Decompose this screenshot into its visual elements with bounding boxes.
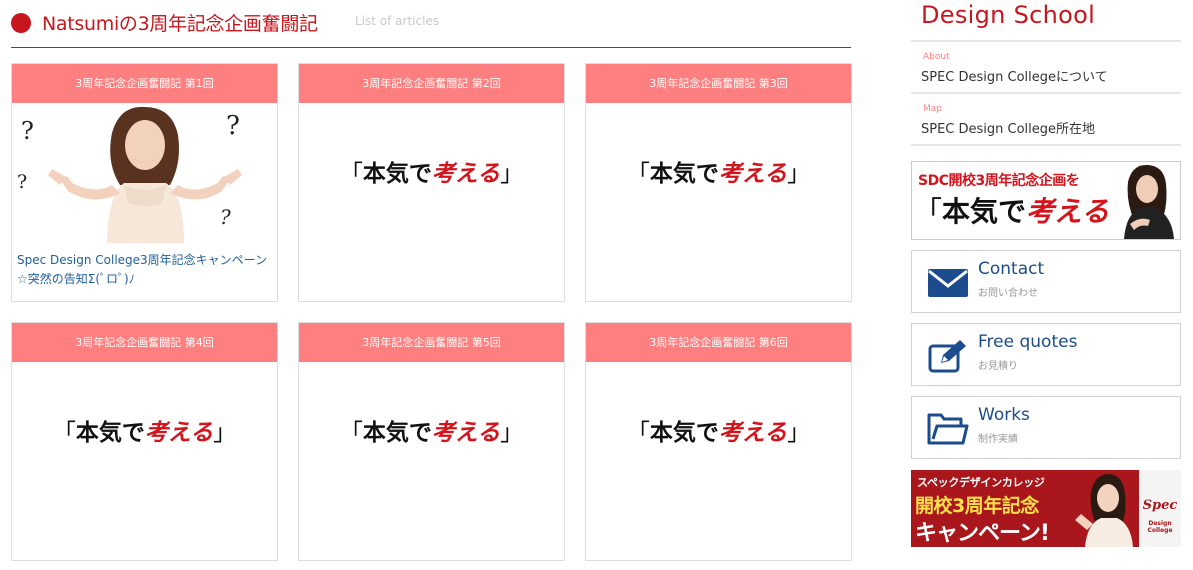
card-heading: 3周年記念企画奮闘記 第3回	[586, 64, 851, 103]
honki-de-kangaeru-logo: 「本気で考える」	[626, 420, 811, 446]
banner-line-1: 開校3周年記念	[915, 495, 1039, 517]
article-card-3[interactable]: 3周年記念企画奮闘記 第3回 「本気で考える」	[585, 63, 852, 302]
envelope-icon	[928, 269, 968, 297]
works-title: Works	[978, 405, 1030, 425]
article-link[interactable]: Spec Design College3周年記念キャンペーン☆突然の告知Σ(ﾟロ…	[17, 251, 273, 289]
folder-icon	[927, 413, 969, 445]
card-heading: 3周年記念企画奮闘記 第5回	[299, 323, 564, 362]
contact-subtitle: お問い合わせ	[978, 288, 1038, 299]
sidebar-brand: Design School	[921, 1, 1096, 29]
link-title: SPEC Design Collegeについて	[921, 70, 1108, 85]
article-card-4[interactable]: 3周年記念企画奮闘記 第4回 「本気で考える」	[11, 322, 278, 561]
works-subtitle: 制作実績	[978, 434, 1018, 445]
red-dot-icon	[11, 13, 31, 33]
sidebar-link-about[interactable]: About SPEC Design Collegeについて	[911, 42, 1181, 92]
honki-de-kangaeru-logo: 「本気で考える」	[52, 420, 237, 446]
banner-kana: スペックデザインカレッジ	[917, 476, 1045, 489]
banner-photo	[1110, 162, 1180, 239]
works-button[interactable]: Works 制作実績	[911, 396, 1181, 459]
question-mark-icon: ?	[17, 171, 28, 193]
question-mark-icon: ?	[226, 111, 240, 141]
page-header: Natsumiの3周年記念企画奮闘記 List of articles	[11, 0, 851, 48]
page-title: Natsumiの3周年記念企画奮闘記	[42, 13, 318, 35]
free-quotes-button[interactable]: Free quotes お見積り	[911, 323, 1181, 386]
anniversary-campaign-banner[interactable]: スペックデザインカレッジ 開校3周年記念 キャンペーン! Spec Design…	[911, 470, 1181, 547]
card-heading: 3周年記念企画奮闘記 第4回	[12, 323, 277, 362]
honki-de-kangaeru-logo: 「本気で考える」	[339, 161, 524, 187]
article-card-6[interactable]: 3周年記念企画奮闘記 第6回 「本気で考える」	[585, 322, 852, 561]
card-heading: 3周年記念企画奮闘記 第6回	[586, 323, 851, 362]
honki-de-kangaeru-logo: 「本気で考える」	[339, 420, 524, 446]
article-card-2[interactable]: 3周年記念企画奮闘記 第2回 「本気で考える」	[298, 63, 565, 302]
contact-button[interactable]: Contact お問い合わせ	[911, 250, 1181, 313]
question-mark-icon: ?	[220, 205, 231, 229]
link-title: SPEC Design College所在地	[921, 122, 1096, 137]
card-heading: 3周年記念企画奮闘記 第1回	[12, 64, 277, 103]
spec-logo-sub: Design College	[1147, 520, 1173, 534]
free-quotes-title: Free quotes	[978, 332, 1078, 352]
page-subtitle: List of articles	[355, 14, 440, 28]
link-eyebrow: Map	[923, 104, 942, 114]
banner-photo	[1075, 474, 1133, 547]
honki-de-kangaeru-logo: 「本気で考える」	[626, 161, 811, 187]
campaign-banner-honki[interactable]: SDC開校3周年記念企画を 「本気で考える」	[911, 161, 1181, 240]
spec-logo: Spec	[1142, 498, 1178, 513]
question-mark-icon: ?	[21, 117, 34, 145]
article-card-5[interactable]: 3周年記念企画奮闘記 第5回 「本気で考える」	[298, 322, 565, 561]
card-heading: 3周年記念企画奮闘記 第2回	[299, 64, 564, 103]
free-quotes-subtitle: お見積り	[978, 361, 1018, 372]
banner-line-2: キャンペーン!	[915, 521, 1050, 546]
sidebar-link-map[interactable]: Map SPEC Design College所在地	[911, 94, 1181, 144]
contact-title: Contact	[978, 259, 1045, 279]
divider	[911, 144, 1181, 146]
edit-icon	[928, 340, 966, 373]
honki-de-kangaeru-logo: 「本気で考える」	[914, 195, 1137, 228]
link-eyebrow: About	[923, 52, 950, 62]
banner-caption: SDC開校3周年記念企画を	[918, 173, 1080, 189]
article-card-1[interactable]: 3周年記念企画奮闘記 第1回 ? ? ? ? Spec Design Colle…	[11, 63, 278, 302]
